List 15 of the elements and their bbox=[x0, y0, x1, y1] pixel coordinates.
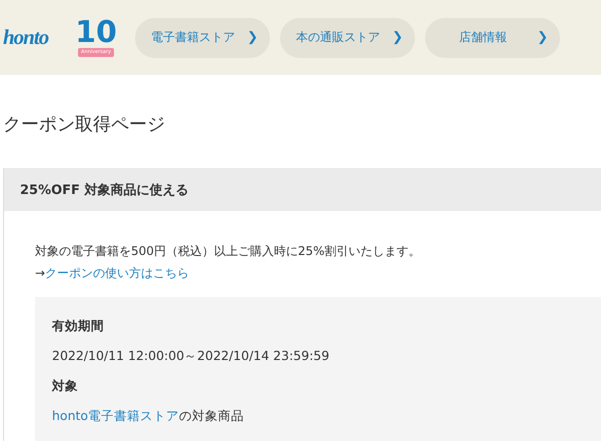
nav-button[interactable]: 電子書籍ストア ❯ bbox=[135, 18, 270, 58]
detail-value: 2022/10/11 12:00:00～2022/10/14 23:59:59 bbox=[52, 347, 330, 365]
logo[interactable]: honto bbox=[3, 25, 61, 50]
coupon-description: 対象の電子書籍を500円（税込）以上ご購入時に25%割引いたします。 bbox=[35, 243, 422, 260]
coupon-title: 25%OFF 対象商品に使える bbox=[20, 182, 188, 198]
arrow-text: → bbox=[35, 266, 46, 280]
detail-label: 有効期間 bbox=[52, 317, 105, 335]
store-link[interactable]: honto電子書籍ストア bbox=[52, 408, 180, 423]
detail-label: 対象 bbox=[52, 377, 79, 395]
page-title: クーポン取得ページ bbox=[3, 113, 166, 137]
help-link[interactable]: クーポンの使い方はこちら bbox=[45, 266, 190, 280]
anniversary-number: 10 bbox=[75, 18, 117, 48]
nav-button[interactable]: 店舗情報 ❯ bbox=[425, 18, 560, 58]
nav-button[interactable]: 本の通販ストア ❯ bbox=[280, 18, 415, 58]
detail-value: honto電子書籍ストアの対象商品 bbox=[52, 407, 246, 425]
